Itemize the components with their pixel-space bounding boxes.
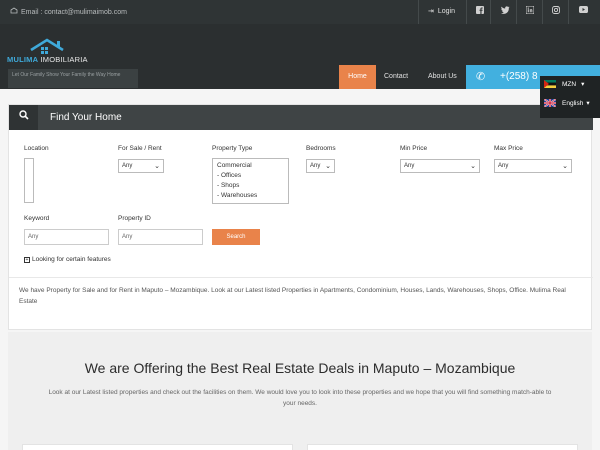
currency-label: MZN (562, 81, 577, 88)
chevron-down-icon: ⌄ (154, 163, 160, 170)
email-text: Email : contact@mulimaimob.com (21, 9, 127, 16)
bedrooms-value: Any (310, 163, 321, 169)
login-label: Login (437, 8, 456, 15)
keyword-label: Keyword (24, 215, 50, 222)
youtube-icon[interactable] (577, 6, 589, 15)
features-label: Looking for certain features (32, 256, 111, 263)
login-link[interactable]: ⇥ Login (428, 7, 455, 15)
property-type-option[interactable]: - Warehouses (217, 191, 284, 201)
property-type-select[interactable]: Commercial - Offices - Shops - Warehouse… (212, 158, 289, 204)
sale-rent-select[interactable]: Any ⌄ (118, 159, 164, 173)
keyword-input[interactable]: Any (24, 229, 109, 245)
chevron-down-icon: ⌄ (470, 163, 476, 170)
language-label: English (562, 100, 584, 107)
offer-heading: We are Offering the Best Real Estate Dea… (84, 360, 516, 376)
features-toggle[interactable]: + Looking for certain features (24, 256, 111, 263)
top-bar: Email : contact@mulimaimob.com ⇥ Login (0, 0, 600, 24)
brand-first: MULIMA (7, 55, 39, 64)
brand-second: IMOBILIARIA (38, 55, 88, 64)
max-price-label: Max Price (494, 145, 523, 152)
search-button[interactable]: Search (212, 229, 260, 245)
offer-section: We are Offering the Best Real Estate Dea… (8, 332, 592, 450)
search-icon (9, 105, 38, 130)
min-price-value: Any (404, 163, 415, 169)
min-price-select[interactable]: Any ⌄ (400, 159, 480, 173)
property-id-input[interactable]: Any (118, 229, 203, 245)
search-description: We have Property for Sale and for Rent i… (19, 287, 566, 305)
location-label: Location (24, 145, 49, 152)
sale-rent-label: For Sale / Rent (118, 145, 162, 152)
nav-about-us[interactable]: About Us (428, 65, 457, 89)
chevron-down-icon: ⌄ (562, 163, 568, 170)
brand-name: MULIMA IMOBILIARIA (7, 55, 88, 64)
site-tagline: Let Our Family Show Your Family the Way … (8, 69, 138, 88)
property-card[interactable] (22, 444, 293, 450)
uk-flag-icon (543, 98, 557, 108)
divider (490, 0, 491, 24)
sale-rent-value: Any (122, 163, 133, 169)
chevron-down-icon: ▾ (581, 81, 585, 88)
min-price-label: Min Price (400, 145, 428, 152)
property-id-label: Property ID (118, 215, 151, 222)
divider (418, 0, 419, 24)
offer-text: Look at our Latest listed properties and… (48, 389, 552, 407)
nav-contact[interactable]: Contact (384, 65, 408, 89)
mozambique-flag-icon (544, 80, 556, 89)
search-title: Find Your Home (50, 112, 122, 123)
house-logo-icon (30, 38, 64, 54)
plus-square-icon: + (24, 257, 30, 263)
divider (516, 0, 517, 24)
phone-icon: ✆ (476, 71, 486, 83)
email-contact[interactable]: Email : contact@mulimaimob.com (10, 7, 127, 16)
language-selector[interactable]: English ▾ (543, 98, 590, 110)
chevron-down-icon: ▾ (586, 100, 590, 107)
main-header: MULIMA IMOBILIARIA Let Our Family Show Y… (0, 24, 600, 89)
twitter-icon[interactable] (499, 6, 511, 16)
property-type-label: Property Type (212, 145, 253, 152)
nav-home[interactable]: Home (339, 65, 376, 89)
site-logo[interactable]: MULIMA IMOBILIARIA (7, 38, 88, 64)
currency-language-switcher: MZN ▾ English ▾ (540, 76, 600, 118)
envelope-icon (10, 7, 18, 16)
instagram-icon[interactable] (550, 6, 562, 16)
max-price-select[interactable]: Any ⌄ (494, 159, 572, 173)
login-icon: ⇥ (428, 8, 434, 15)
location-select[interactable] (24, 158, 34, 203)
property-card[interactable] (307, 444, 578, 450)
search-panel-header: Find Your Home (9, 105, 593, 130)
bedrooms-select[interactable]: Any ⌄ (306, 159, 335, 173)
linkedin-icon[interactable] (524, 5, 536, 16)
facebook-icon[interactable] (474, 6, 486, 16)
search-panel: Find Your Home Location For Sale / Rent … (8, 104, 593, 330)
chevron-down-icon: ⌄ (325, 163, 331, 170)
currency-selector[interactable]: MZN ▾ (544, 79, 584, 91)
divider (9, 277, 593, 278)
divider (568, 0, 569, 24)
property-type-option[interactable]: - Offices (217, 171, 284, 181)
divider (466, 0, 467, 24)
property-type-option[interactable]: - Shops (217, 181, 284, 191)
phone-number: +(258) 8 (500, 71, 538, 82)
property-type-option[interactable]: Commercial (217, 161, 284, 171)
max-price-value: Any (498, 163, 509, 169)
bedrooms-label: Bedrooms (306, 145, 336, 152)
divider (542, 0, 543, 24)
